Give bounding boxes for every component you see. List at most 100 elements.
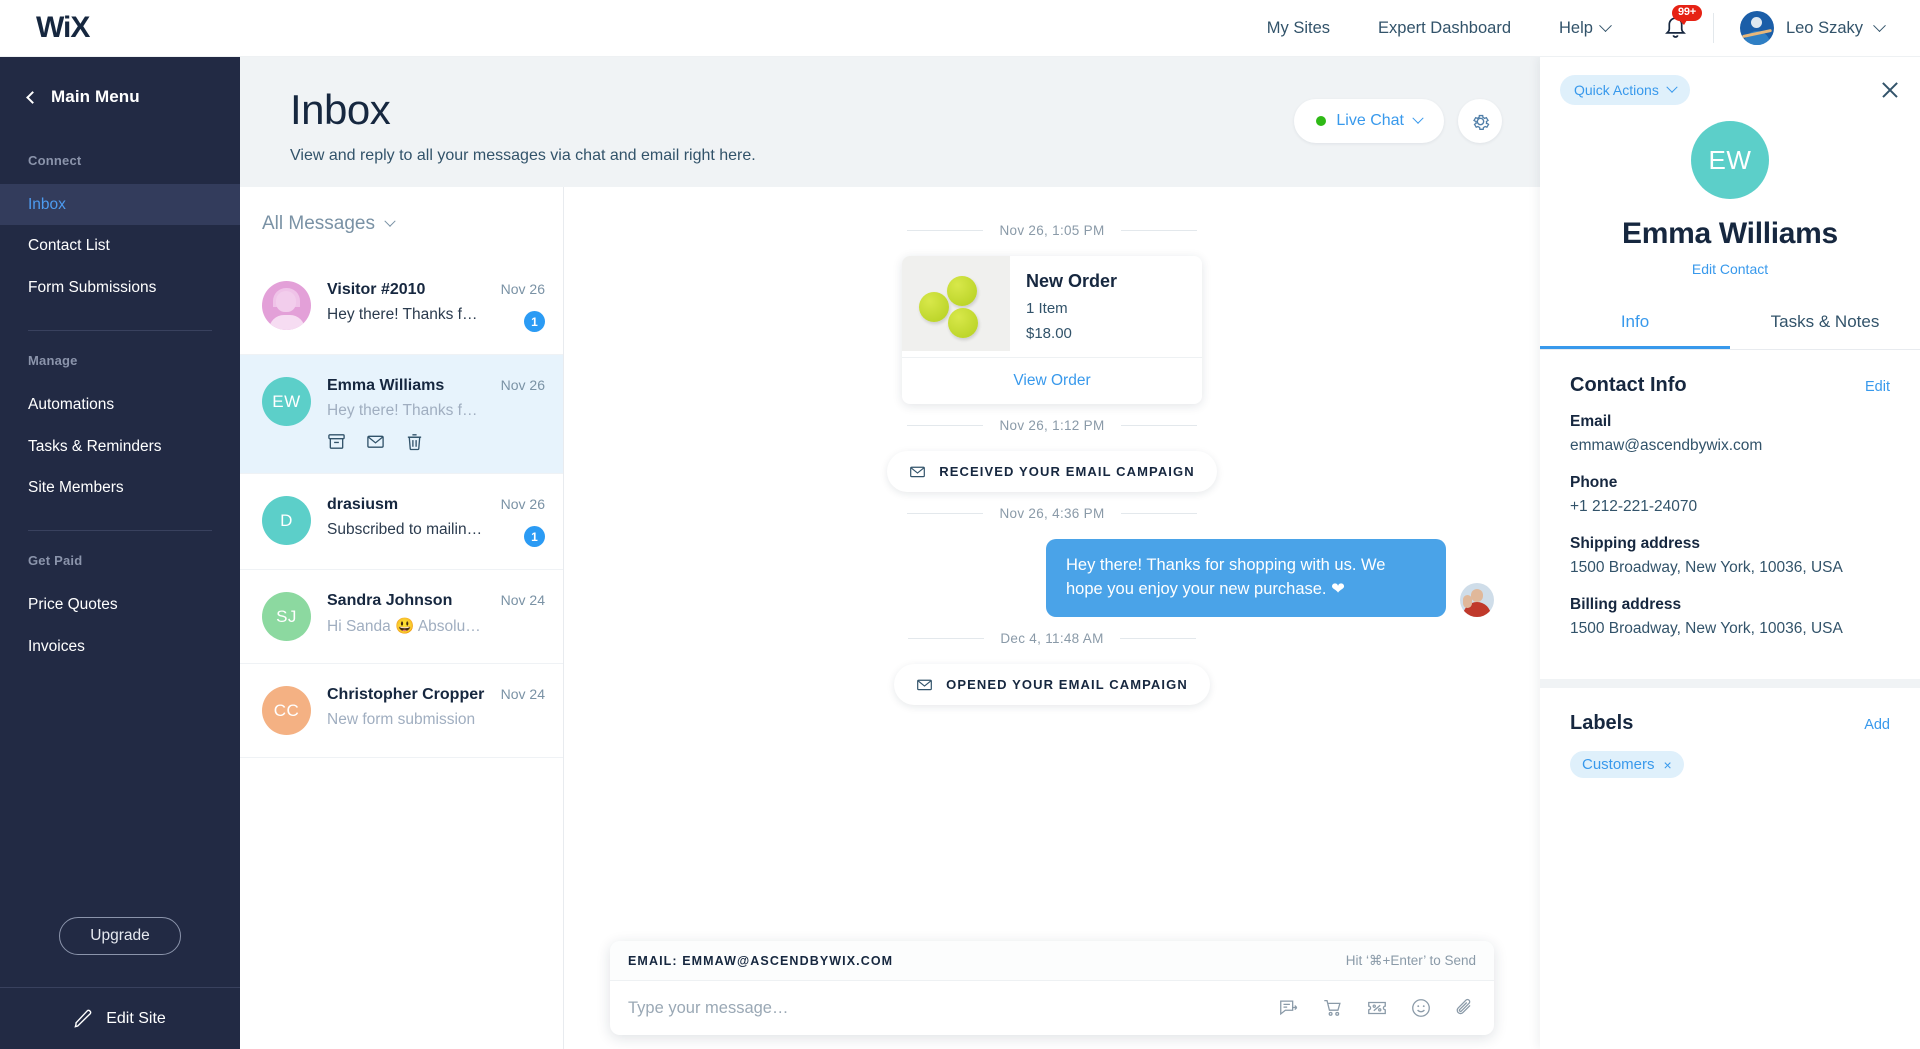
event-received-campaign: RECEIVED YOUR EMAIL CAMPAIGN <box>887 451 1217 493</box>
edit-site-button[interactable]: Edit Site <box>0 987 240 1049</box>
close-icon[interactable]: × <box>1664 757 1672 773</box>
cart-icon[interactable] <box>1322 997 1344 1019</box>
conversation-item-drasiusm[interactable]: D drasiusm Subscribed to mailing … Nov 2… <box>240 474 563 571</box>
live-chat-label: Live Chat <box>1336 112 1404 129</box>
conversation-meta: Nov 26 1 <box>500 281 545 333</box>
inbox-header: Inbox View and reply to all your message… <box>240 57 1540 187</box>
tab-tasks-notes-label: Tasks & Notes <box>1770 312 1880 331</box>
nav-help[interactable]: Help <box>1535 19 1634 38</box>
sidebar-item-form-submissions[interactable]: Form Submissions <box>0 267 240 308</box>
edit-contact-link[interactable]: Edit Contact <box>1540 261 1920 277</box>
contact-field-billing-address: Billing address 1500 Broadway, New York,… <box>1570 596 1890 638</box>
conversation-date: Nov 26 <box>500 281 545 298</box>
chat-pane: Nov 26, 1:05 PM New Order 1 Item $18.00 … <box>564 187 1540 1049</box>
conversation-date: Nov 24 <box>500 592 545 609</box>
conversation-item-sandra-johnson[interactable]: SJ Sandra Johnson Hi Sanda 😃 Absolutely!… <box>240 570 563 665</box>
notifications-button[interactable]: 99+ <box>1634 4 1713 41</box>
mark-unread-icon[interactable] <box>366 432 385 451</box>
order-card[interactable]: New Order 1 Item $18.00 View Order <box>902 256 1202 405</box>
sidebar-item-site-members[interactable]: Site Members <box>0 467 240 508</box>
wix-logo[interactable]: WiX <box>36 11 90 45</box>
label-chip-customers[interactable]: Customers × <box>1570 751 1684 778</box>
field-label: Shipping address <box>1570 535 1701 552</box>
conversation-list: All Messages Visitor #2010 Hey there! Th… <box>240 187 564 1049</box>
sidebar-item-inbox[interactable]: Inbox <box>0 184 240 226</box>
close-icon[interactable] <box>1880 80 1900 100</box>
contact-panel-scroll[interactable]: Contact Info Edit Email emmaw@ascendbywi… <box>1540 350 1920 1049</box>
timestamp-text: Dec 4, 11:48 AM <box>1000 631 1104 647</box>
main-content: Inbox View and reply to all your message… <box>240 57 1540 1049</box>
archive-icon[interactable] <box>327 432 346 451</box>
contact-field-shipping-address: Shipping address 1500 Broadway, New York… <box>1570 535 1890 577</box>
message-input[interactable] <box>628 998 1262 1018</box>
tab-info[interactable]: Info <box>1540 299 1730 349</box>
conversation-meta: Nov 24 <box>501 592 545 608</box>
timestamp-text: Nov 26, 1:05 PM <box>999 223 1105 239</box>
nav-help-label: Help <box>1559 18 1593 37</box>
field-value: 1500 Broadway, New York, 10036, USA <box>1570 559 1843 576</box>
user-menu[interactable]: Leo Szaky <box>1714 11 1920 45</box>
inbox-header-text: Inbox View and reply to all your message… <box>290 86 756 165</box>
conversation-scroll[interactable]: Visitor #2010 Hey there! Thanks for … No… <box>240 259 563 1049</box>
order-item-count: 1 Item <box>1026 300 1068 318</box>
status-dot-icon <box>1316 116 1327 126</box>
contact-name: Emma Williams <box>1622 217 1838 250</box>
sidebar-item-tasks-reminders[interactable]: Tasks & Reminders <box>0 426 240 467</box>
nav-expert-dashboard[interactable]: Expert Dashboard <box>1354 19 1535 38</box>
conversation-date: Nov 26 <box>500 496 545 513</box>
composer-channel: EMAIL: EMMAW@ASCENDBYWIX.COM <box>628 954 894 968</box>
labels-section: Labels Add Customers × <box>1540 688 1920 800</box>
coupon-icon[interactable] <box>1366 997 1388 1019</box>
conversation-item-visitor-2010[interactable]: Visitor #2010 Hey there! Thanks for … No… <box>240 259 563 356</box>
timestamp-text: Nov 26, 1:12 PM <box>999 418 1105 434</box>
conversation-meta: Nov 26 1 <box>500 496 545 548</box>
tab-tasks-notes[interactable]: Tasks & Notes <box>1730 299 1920 349</box>
sidebar-item-automations[interactable]: Automations <box>0 384 240 425</box>
message-bubble: Hey there! Thanks for shopping with us. … <box>1046 539 1446 618</box>
tab-info-label: Info <box>1620 312 1650 331</box>
sidebar-item-invoices[interactable]: Invoices <box>0 626 240 667</box>
delete-icon[interactable] <box>405 432 424 451</box>
nav-expert-dashboard-label: Expert Dashboard <box>1378 18 1512 37</box>
conversation-name: Christopher Cropper <box>327 686 485 704</box>
settings-button[interactable] <box>1458 99 1502 143</box>
quick-actions-button[interactable]: Quick Actions <box>1560 75 1690 105</box>
contact-info-edit-link[interactable]: Edit <box>1865 379 1890 395</box>
emoji-icon[interactable] <box>1410 997 1432 1019</box>
avatar <box>1739 11 1774 45</box>
contact-panel: Quick Actions EW Emma Williams Edit Cont… <box>1540 57 1920 1049</box>
composer-send-hint: Hit ‘⌘+Enter’ to Send <box>1345 953 1476 968</box>
notification-badge: 99+ <box>1671 4 1703 25</box>
attachment-icon[interactable] <box>1454 997 1476 1019</box>
label-chip-text: Customers <box>1582 756 1655 773</box>
avatar-initials: CC <box>273 700 300 720</box>
sidebar-item-price-quotes[interactable]: Price Quotes <box>0 584 240 625</box>
sidebar-item-contact-list[interactable]: Contact List <box>0 225 240 266</box>
event-opened-campaign: OPENED YOUR EMAIL CAMPAIGN <box>894 664 1210 706</box>
conversation-filter-label: All Messages <box>262 213 375 235</box>
live-chat-toggle[interactable]: Live Chat <box>1294 99 1444 143</box>
unread-badge: 1 <box>524 311 545 333</box>
labels-header: Labels Add <box>1570 712 1890 735</box>
labels-add-link[interactable]: Add <box>1864 717 1890 733</box>
conversation-date: Nov 24 <box>500 686 545 703</box>
labels-title: Labels <box>1570 712 1634 734</box>
sidebar-group-getpaid-title: Get Paid <box>28 553 83 569</box>
avatar-initials: EW <box>272 391 301 411</box>
upgrade-button[interactable]: Upgrade <box>59 917 181 955</box>
conversation-name: Emma Williams <box>327 377 445 395</box>
chevron-down-icon <box>1412 112 1424 124</box>
conversation-filter[interactable]: All Messages <box>240 187 563 259</box>
view-order-button[interactable]: View Order <box>902 357 1202 404</box>
quick-reply-icon[interactable] <box>1278 997 1300 1019</box>
nav-my-sites[interactable]: My Sites <box>1243 19 1354 38</box>
composer-body <box>610 981 1494 1035</box>
conversation-item-christopher-cropper[interactable]: CC Christopher Cropper New form submissi… <box>240 664 563 759</box>
field-value: emmaw@ascendbywix.com <box>1570 437 1763 454</box>
chat-scroll[interactable]: Nov 26, 1:05 PM New Order 1 Item $18.00 … <box>564 187 1540 941</box>
conversation-row-actions <box>327 432 485 451</box>
sidebar-main-menu[interactable]: Main Menu <box>0 87 240 107</box>
avatar: EW <box>262 377 311 427</box>
conversation-item-emma-williams[interactable]: EW Emma Williams Hey there! Thanks for s… <box>240 355 563 475</box>
